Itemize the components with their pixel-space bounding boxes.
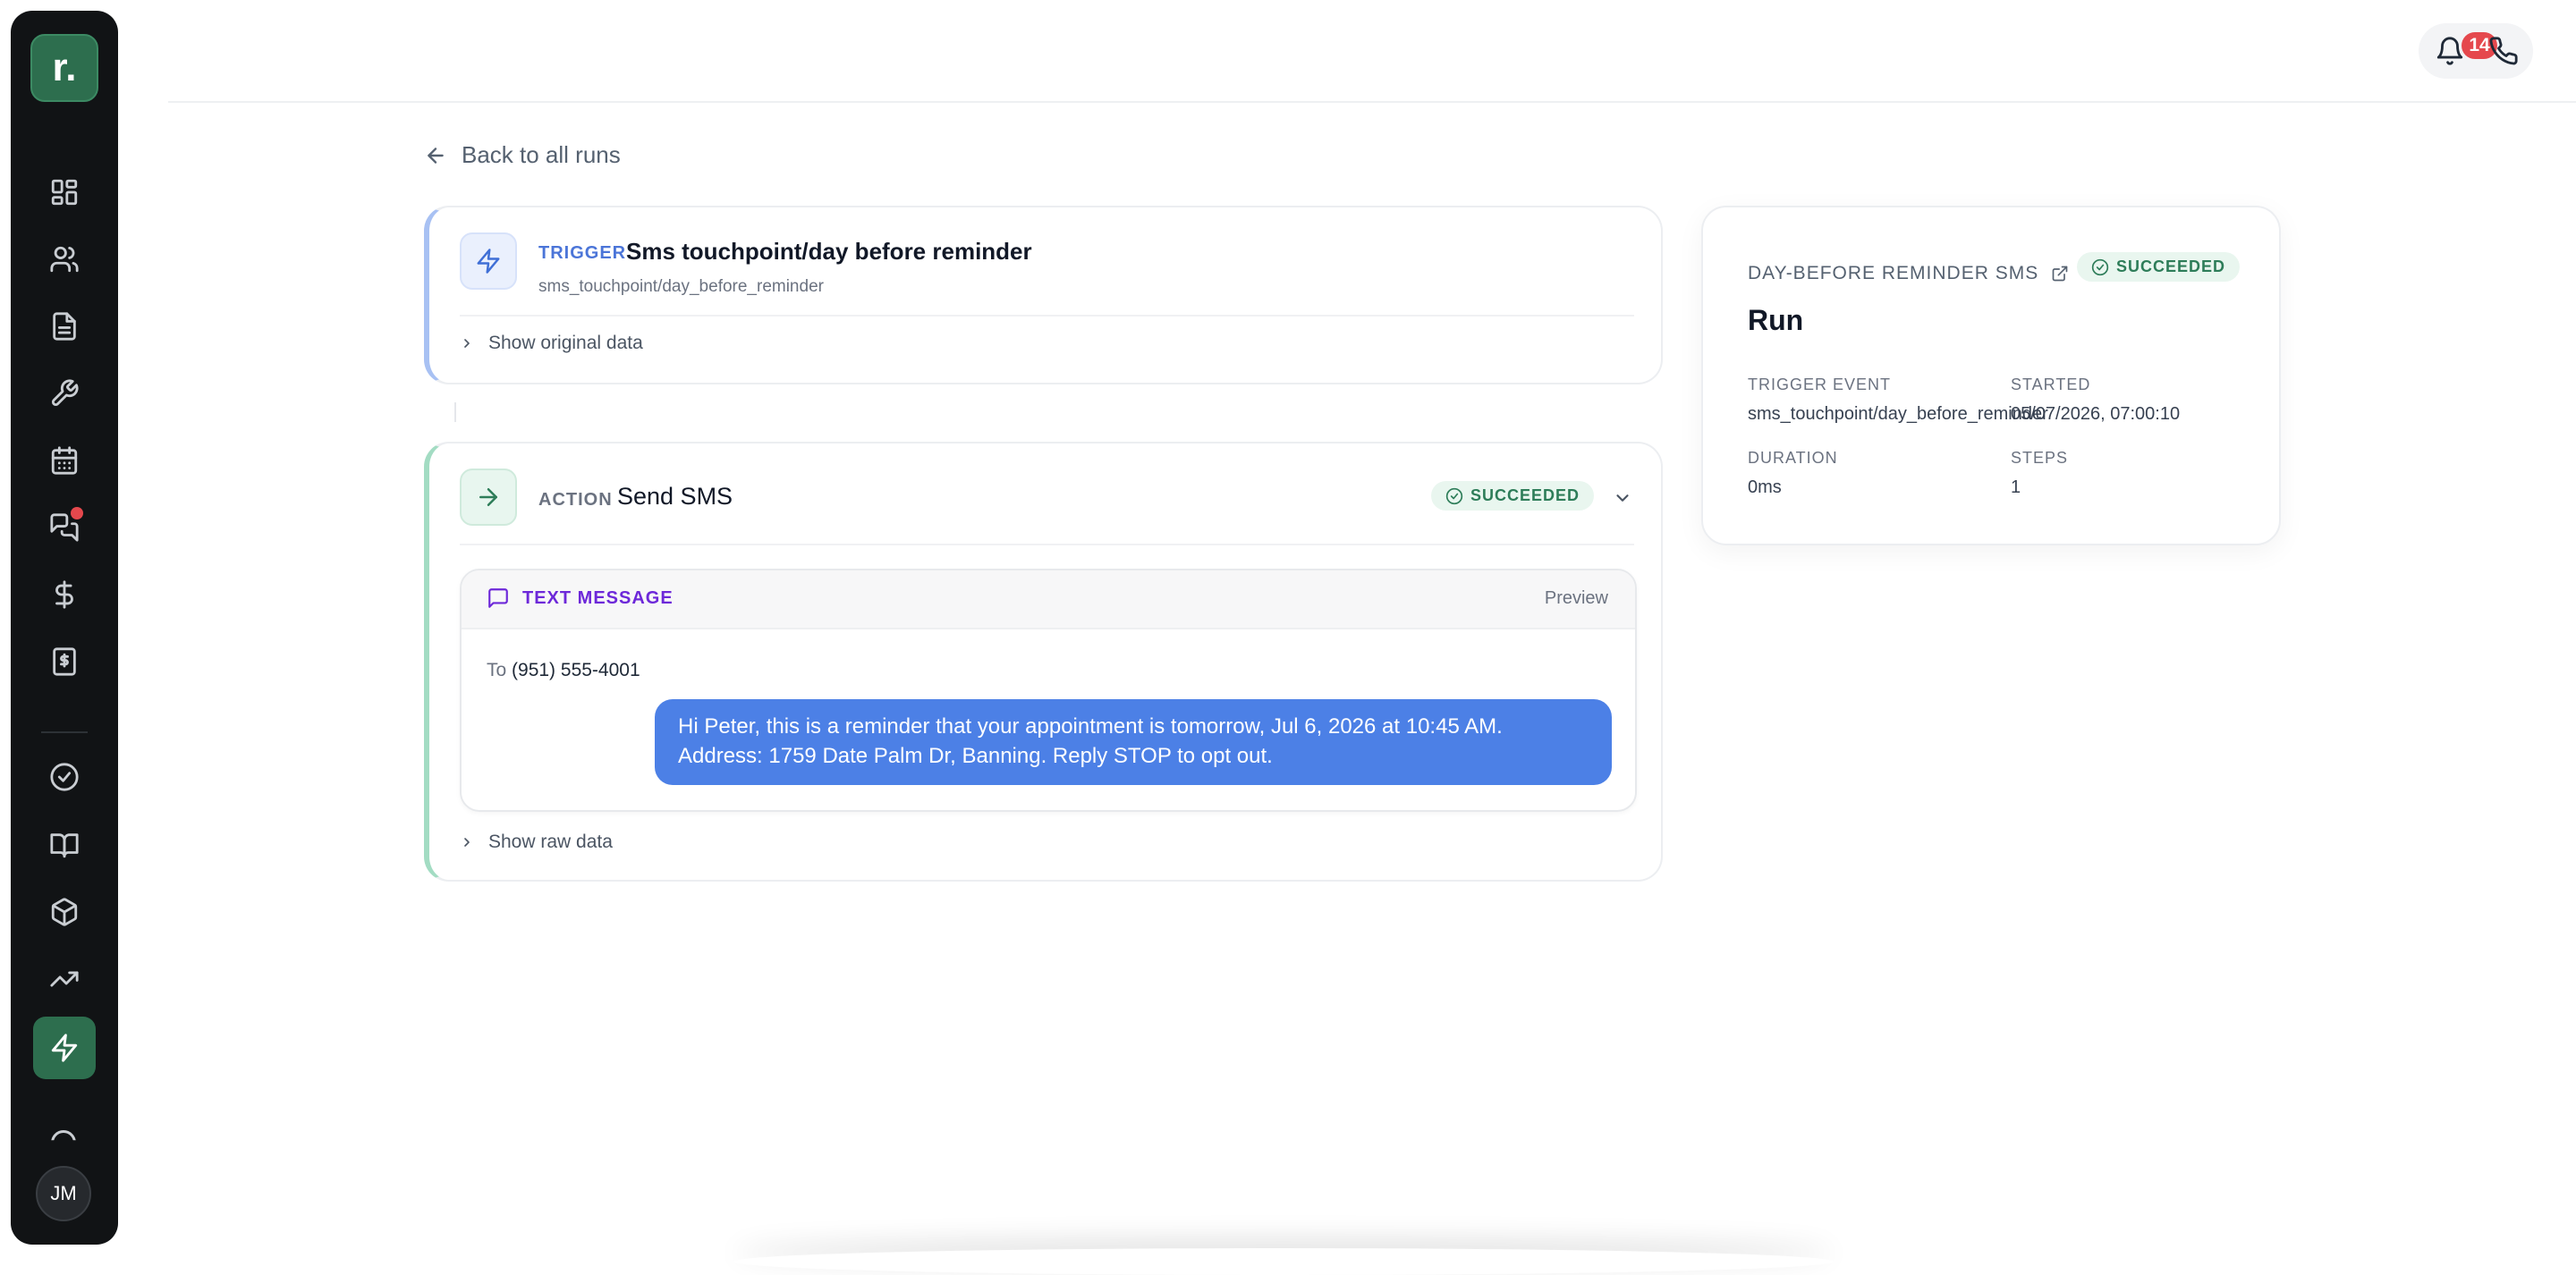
wrench-icon[interactable] bbox=[33, 362, 96, 425]
steps-value: 1 bbox=[2011, 477, 2021, 497]
to-label: To bbox=[487, 660, 507, 680]
package-icon[interactable] bbox=[33, 881, 96, 943]
phone-icon[interactable] bbox=[2488, 36, 2519, 66]
dollar-icon[interactable] bbox=[33, 563, 96, 626]
action-divider bbox=[460, 544, 1634, 545]
external-link-icon bbox=[2052, 266, 2068, 282]
started-label: STARTED bbox=[2011, 376, 2091, 393]
workflow-name-link[interactable]: DAY-BEFORE REMINDER SMS bbox=[1748, 263, 2069, 284]
app-logo[interactable]: r. bbox=[30, 34, 98, 102]
show-original-data-toggle[interactable]: Show original data bbox=[460, 333, 643, 354]
show-raw-data-label: Show raw data bbox=[488, 832, 613, 852]
check-circle-icon bbox=[1445, 487, 1463, 504]
chevron-down-icon[interactable] bbox=[1613, 488, 1632, 508]
action-status-text: SUCCEEDED bbox=[1470, 486, 1580, 504]
text-message-header: TEXT MESSAGE Preview bbox=[462, 570, 1635, 629]
run-title: Run bbox=[1748, 304, 1804, 336]
check-circle-icon bbox=[2091, 258, 2109, 275]
preview-label: Preview bbox=[1544, 588, 1608, 608]
calendar-icon[interactable] bbox=[33, 429, 96, 492]
dashboard-icon[interactable] bbox=[33, 161, 96, 224]
run-summary-card: DAY-BEFORE REMINDER SMS SUCCEEDED Run TR… bbox=[1701, 206, 2281, 545]
unread-dot bbox=[71, 507, 83, 519]
action-arrow-icon bbox=[460, 469, 517, 526]
recipient-number: (951) 555-4001 bbox=[512, 660, 640, 680]
action-card: ACTION Send SMS SUCCEEDED TEXT MESSAGE P… bbox=[424, 442, 1663, 882]
top-bar: 14 bbox=[168, 0, 2576, 103]
text-message-label: TEXT MESSAGE bbox=[487, 587, 674, 610]
action-status-badge: SUCCEEDED bbox=[1431, 481, 1595, 511]
help-icon[interactable] bbox=[51, 1130, 76, 1141]
trigger-event-value: sms_touchpoint/day_before_reminder bbox=[1748, 404, 2048, 424]
trigger-kind-label: TRIGGER bbox=[538, 243, 627, 263]
bottom-panel-shadow bbox=[733, 1248, 1834, 1275]
user-avatar[interactable]: JM bbox=[36, 1166, 91, 1221]
back-link-label: Back to all runs bbox=[462, 141, 621, 168]
trigger-title: Sms touchpoint/day before reminder bbox=[626, 238, 1032, 265]
sms-bubble: Hi Peter, this is a reminder that your a… bbox=[655, 699, 1612, 785]
text-message-title: TEXT MESSAGE bbox=[522, 587, 674, 608]
started-value: 05/07/2026, 07:00:10 bbox=[2011, 404, 2181, 424]
message-square-icon bbox=[488, 588, 508, 608]
trigger-lightning-icon bbox=[460, 232, 517, 290]
users-icon[interactable] bbox=[33, 228, 96, 291]
header-actions: 14 bbox=[2419, 23, 2533, 79]
back-link[interactable]: Back to all runs bbox=[424, 141, 621, 169]
trending-icon[interactable] bbox=[33, 948, 96, 1010]
check-circle-icon[interactable] bbox=[33, 746, 96, 808]
workflow-name: DAY-BEFORE REMINDER SMS bbox=[1748, 263, 2039, 283]
steps-label: STEPS bbox=[2011, 449, 2069, 467]
lightning-icon[interactable] bbox=[33, 1017, 96, 1079]
invoice-icon[interactable] bbox=[33, 630, 96, 693]
document-icon[interactable] bbox=[33, 295, 96, 358]
action-kind-label: ACTION bbox=[538, 490, 613, 510]
book-icon[interactable] bbox=[33, 814, 96, 876]
chevron-right-icon bbox=[464, 838, 470, 847]
trigger-event-name: sms_touchpoint/day_before_reminder bbox=[538, 277, 824, 296]
duration-value: 0ms bbox=[1748, 477, 1782, 497]
trigger-card: TRIGGER Sms touchpoint/day before remind… bbox=[424, 206, 1663, 384]
bell-icon[interactable]: 14 bbox=[2435, 32, 2497, 66]
arrow-left-icon bbox=[428, 147, 444, 164]
duration-label: DURATION bbox=[1748, 449, 1838, 467]
messages-icon[interactable] bbox=[33, 496, 96, 559]
run-status-badge: SUCCEEDED bbox=[2077, 252, 2241, 282]
trigger-event-label: TRIGGER EVENT bbox=[1748, 376, 1892, 393]
show-original-data-label: Show original data bbox=[488, 333, 643, 353]
step-connector bbox=[454, 402, 456, 422]
show-raw-data-toggle[interactable]: Show raw data bbox=[460, 832, 613, 853]
action-title: Send SMS bbox=[617, 483, 733, 510]
run-status-text: SUCCEEDED bbox=[2116, 258, 2226, 275]
sidebar: r. JM bbox=[11, 11, 118, 1245]
sidebar-divider bbox=[41, 731, 88, 733]
trigger-divider bbox=[460, 315, 1634, 317]
recipient-line: To (951) 555-4001 bbox=[487, 660, 640, 681]
chevron-right-icon bbox=[464, 339, 470, 348]
text-message-card: TEXT MESSAGE Preview To (951) 555-4001 H… bbox=[460, 569, 1637, 812]
